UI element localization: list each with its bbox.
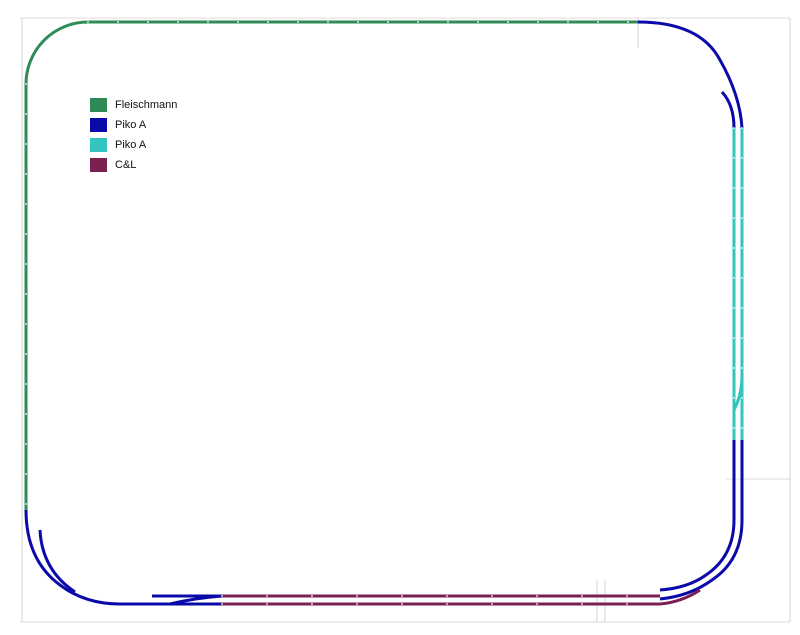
legend-label-piko-a-dark: Piko A bbox=[115, 119, 147, 131]
rail-joint bbox=[733, 397, 735, 399]
rail-joint bbox=[627, 21, 629, 23]
rail-joint bbox=[311, 603, 313, 605]
rail-joint bbox=[147, 21, 149, 23]
rail-joint bbox=[207, 21, 209, 23]
rail-joint bbox=[356, 603, 358, 605]
rail-joint bbox=[25, 353, 27, 355]
rail-joint bbox=[733, 157, 735, 159]
rail-joint bbox=[267, 21, 269, 23]
rail-joint bbox=[741, 187, 743, 189]
rail-joint bbox=[237, 21, 239, 23]
rail-joint bbox=[507, 21, 509, 23]
rail-joint bbox=[25, 263, 27, 265]
legend-item-piko-a-light: Piko A bbox=[90, 135, 177, 155]
rail-joint bbox=[741, 217, 743, 219]
rail-joint bbox=[733, 307, 735, 309]
rail-joint bbox=[87, 21, 89, 23]
legend-label-cl: C&L bbox=[115, 159, 137, 171]
legend-item-piko-a-dark: Piko A bbox=[90, 115, 177, 135]
piko-bottom-right-curve-inner bbox=[659, 519, 736, 592]
rail-joint bbox=[741, 307, 743, 309]
rail-joint bbox=[446, 603, 448, 605]
rail-joint bbox=[25, 173, 27, 175]
rail-joint bbox=[741, 157, 743, 159]
legend-item-cl: C&L bbox=[90, 155, 177, 175]
legend-item-fleischmann: Fleischmann bbox=[90, 95, 177, 115]
piko-a-light-track bbox=[732, 128, 744, 440]
rail-joint bbox=[477, 21, 479, 23]
rail-joint bbox=[626, 595, 628, 597]
rail-joint bbox=[25, 443, 27, 445]
legend-swatch-cl bbox=[90, 158, 107, 172]
cl-track bbox=[222, 588, 701, 606]
rail-joint bbox=[741, 427, 743, 429]
rail-joint bbox=[357, 21, 359, 23]
rail-joint bbox=[311, 595, 313, 597]
rail-joint bbox=[537, 21, 539, 23]
rail-joint bbox=[401, 595, 403, 597]
rail-joint bbox=[221, 603, 223, 605]
rail-joint bbox=[401, 603, 403, 605]
rail-joint bbox=[25, 233, 27, 235]
rail-joint bbox=[741, 247, 743, 249]
rail-joint bbox=[581, 595, 583, 597]
rail-joint bbox=[266, 603, 268, 605]
rail-joint bbox=[733, 427, 735, 429]
rail-joint bbox=[536, 603, 538, 605]
rail-joint bbox=[327, 21, 329, 23]
rail-joint bbox=[356, 595, 358, 597]
rail-joint bbox=[733, 217, 735, 219]
rail-joint bbox=[741, 127, 743, 129]
rail-joint bbox=[25, 503, 27, 505]
rail-joint bbox=[446, 595, 448, 597]
rail-joint bbox=[741, 367, 743, 369]
rail-joint bbox=[25, 143, 27, 145]
rail-joint bbox=[266, 595, 268, 597]
rail-joint bbox=[25, 83, 27, 85]
rail-joint bbox=[417, 21, 419, 23]
rail-joint bbox=[733, 277, 735, 279]
piko-left-lower-curve bbox=[24, 509, 222, 606]
rail-joint bbox=[25, 413, 27, 415]
rail-joint bbox=[25, 323, 27, 325]
rail-joint bbox=[733, 187, 735, 189]
rail-joint bbox=[25, 203, 27, 205]
rail-joint bbox=[25, 293, 27, 295]
rail-joint bbox=[741, 277, 743, 279]
rail-joint bbox=[733, 337, 735, 339]
rail-joint bbox=[741, 337, 743, 339]
piko-top-right-curve bbox=[637, 20, 744, 129]
rail-joint bbox=[741, 397, 743, 399]
rail-joint bbox=[221, 595, 223, 597]
rail-joint bbox=[491, 603, 493, 605]
rail-joint bbox=[25, 113, 27, 115]
legend-swatch-piko-a-dark bbox=[90, 118, 107, 132]
piko-right-inner-curve bbox=[720, 90, 736, 129]
rail-joint bbox=[387, 21, 389, 23]
rail-joint bbox=[597, 21, 599, 23]
rail-joint bbox=[733, 127, 735, 129]
fleischmann-top-left-curve bbox=[24, 20, 89, 85]
rail-joint bbox=[581, 603, 583, 605]
rail-joint bbox=[491, 595, 493, 597]
rail-joint bbox=[626, 603, 628, 605]
rail-joint bbox=[25, 473, 27, 475]
rail-joint bbox=[567, 21, 569, 23]
rail-joint bbox=[447, 21, 449, 23]
legend-label-fleischmann: Fleischmann bbox=[115, 99, 178, 111]
legend: Fleischmann Piko A Piko A C&L bbox=[90, 95, 177, 175]
rail-joint bbox=[536, 595, 538, 597]
rail-joint bbox=[297, 21, 299, 23]
rail-joint bbox=[25, 383, 27, 385]
legend-swatch-fleischmann bbox=[90, 98, 107, 112]
rail-joint bbox=[117, 21, 119, 23]
legend-swatch-piko-a-light bbox=[90, 138, 107, 152]
rail-joint bbox=[177, 21, 179, 23]
rail-joint bbox=[733, 367, 735, 369]
rail-joint bbox=[733, 247, 735, 249]
legend-label-piko-a-light: Piko A bbox=[115, 139, 147, 151]
